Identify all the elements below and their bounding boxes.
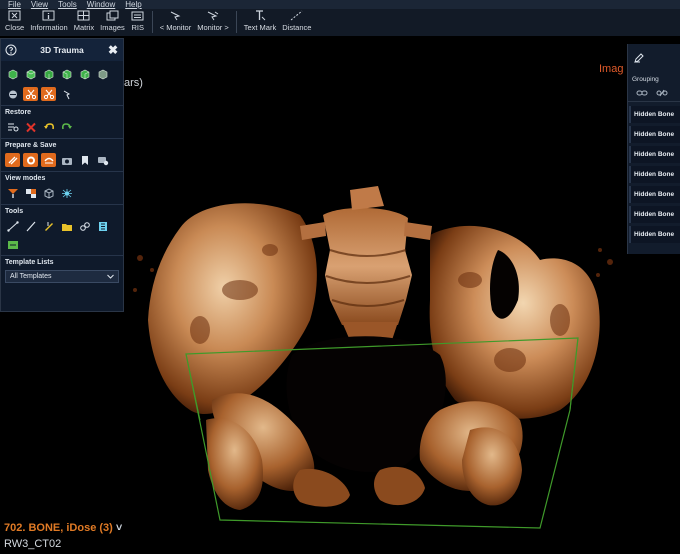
panel-close-icon[interactable]: ✖ [107, 44, 119, 56]
panel-title: 3D Trauma [40, 45, 84, 55]
hidden-bone-item[interactable]: Hidden Bone [629, 146, 680, 163]
view-modes-label: View modes [5, 175, 46, 182]
view-modes-section: View modes [1, 171, 123, 204]
straight-line-icon[interactable] [23, 219, 38, 233]
hidden-bone-item[interactable]: Hidden Bone [629, 126, 680, 143]
link-icon[interactable] [636, 89, 648, 97]
view-front-cube-icon[interactable] [5, 67, 20, 81]
toolbar: Close Information Matrix Images RIS < Mo… [0, 9, 680, 37]
close-window-icon [8, 9, 22, 21]
help-icon[interactable] [5, 44, 17, 56]
text-mark-icon [253, 9, 267, 21]
hand-pick-icon[interactable] [59, 87, 74, 101]
view-right-cube-icon[interactable] [77, 67, 92, 81]
restore-section: Restore [1, 105, 123, 138]
template-lists-section: Template Lists All Templates [1, 255, 123, 287]
hidden-bone-item[interactable]: Hidden Bone [629, 106, 680, 123]
panel-header: 3D Trauma ✖ [1, 39, 123, 61]
prepare-save-label: Prepare & Save [5, 142, 57, 149]
view-bottom-cube-icon[interactable] [95, 67, 110, 81]
tools-section: Tools [1, 204, 123, 255]
checkered-mode-icon[interactable] [23, 186, 38, 200]
ris-button[interactable]: RIS [128, 8, 148, 36]
text-mark-button[interactable]: Text Mark [241, 8, 280, 36]
distance-ruler-icon [290, 9, 304, 21]
images-label: Images [100, 23, 125, 32]
hidden-bone-item[interactable]: Hidden Bone [629, 166, 680, 183]
undo-icon[interactable] [41, 120, 56, 134]
tools-label: Tools [5, 208, 24, 215]
station-label: RW3_CT02 [4, 538, 62, 550]
toolbar-divider [235, 11, 237, 33]
chevron-down-icon [107, 274, 114, 279]
camera-settings-icon[interactable] [95, 153, 110, 167]
information-label: Information [30, 23, 68, 32]
prepare-save-section: Prepare & Save [1, 138, 123, 171]
previous-monitor-button[interactable]: < Monitor [157, 8, 194, 36]
annotate-icon[interactable] [41, 219, 56, 233]
mpr-mode-icon[interactable] [5, 186, 20, 200]
ris-label: RIS [131, 23, 144, 32]
matrix-button[interactable]: Matrix [71, 8, 97, 36]
orientation-section [1, 61, 123, 105]
link-chain-icon[interactable] [77, 219, 92, 233]
bookmark-icon[interactable] [77, 153, 92, 167]
toolbar-divider [151, 11, 153, 33]
unlink-icon[interactable] [656, 89, 668, 97]
sculpt-tool-icon[interactable] [5, 87, 20, 101]
implant-icon[interactable] [95, 219, 110, 233]
image-label: Imag [599, 63, 624, 75]
trauma-panel: 3D Trauma ✖ Restore Prepare & Save View … [0, 38, 124, 312]
hidden-bone-item[interactable]: Hidden Bone [629, 206, 680, 223]
series-selector[interactable]: 702. BONE, iDose (3) ˅ [4, 522, 122, 534]
hidden-bone-item[interactable]: Hidden Bone [629, 226, 680, 243]
bone-preset-icon[interactable] [5, 153, 20, 167]
edit-pencil-icon[interactable] [634, 53, 644, 63]
images-button[interactable]: Images [97, 8, 128, 36]
delete-icon[interactable] [23, 120, 38, 134]
view-top-cube-icon[interactable] [41, 67, 56, 81]
view-left-cube-icon[interactable] [59, 67, 74, 81]
previous-monitor-label: < Monitor [159, 23, 192, 32]
redo-icon[interactable] [59, 120, 74, 134]
grouping-label: Grouping [632, 76, 659, 83]
next-monitor-button[interactable]: Monitor > [194, 8, 231, 36]
matrix-icon [77, 9, 91, 21]
distance-label: Distance [282, 23, 312, 32]
images-icon [105, 9, 119, 21]
matrix-label: Matrix [73, 23, 95, 32]
close-label: Close [5, 23, 25, 32]
text-mark-label: Text Mark [243, 23, 277, 32]
measure-line-icon[interactable] [5, 219, 20, 233]
hidden-bone-item[interactable]: Hidden Bone [629, 186, 680, 203]
template-folder-icon[interactable] [59, 219, 74, 233]
cut-region-icon[interactable] [41, 87, 56, 101]
distance-button[interactable]: Distance [279, 8, 314, 36]
export-icon[interactable] [5, 237, 20, 251]
information-button[interactable]: Information [27, 8, 71, 36]
chevron-down-icon: ˅ [115, 522, 123, 534]
ris-icon [131, 9, 145, 21]
monitor-left-icon [168, 9, 182, 21]
restore-label: Restore [5, 109, 32, 116]
bone-color-icon[interactable] [23, 153, 38, 167]
view-back-cube-icon[interactable] [23, 67, 38, 81]
cut-bone-icon[interactable] [23, 87, 38, 101]
template-select[interactable]: All Templates [5, 270, 119, 283]
grouping-actions [628, 83, 680, 101]
volume-mode-icon[interactable] [41, 186, 56, 200]
camera-icon[interactable] [59, 153, 74, 167]
network-mode-icon[interactable] [59, 186, 74, 200]
save-scene-icon[interactable] [41, 153, 56, 167]
next-monitor-label: Monitor > [197, 23, 229, 32]
grouping-panel: Grouping Hidden Bone Hidden Bone Hidden … [627, 44, 680, 254]
monitor-right-icon [206, 9, 220, 21]
close-button[interactable]: Close [2, 8, 27, 36]
information-icon [42, 9, 56, 21]
template-select-value: All Templates [10, 273, 52, 280]
series-label: 702. BONE, iDose (3) [4, 522, 113, 534]
template-lists-label: Template Lists [5, 259, 54, 266]
overlay-partial-text: ars) [124, 77, 143, 89]
restore-list-icon[interactable] [5, 120, 20, 134]
